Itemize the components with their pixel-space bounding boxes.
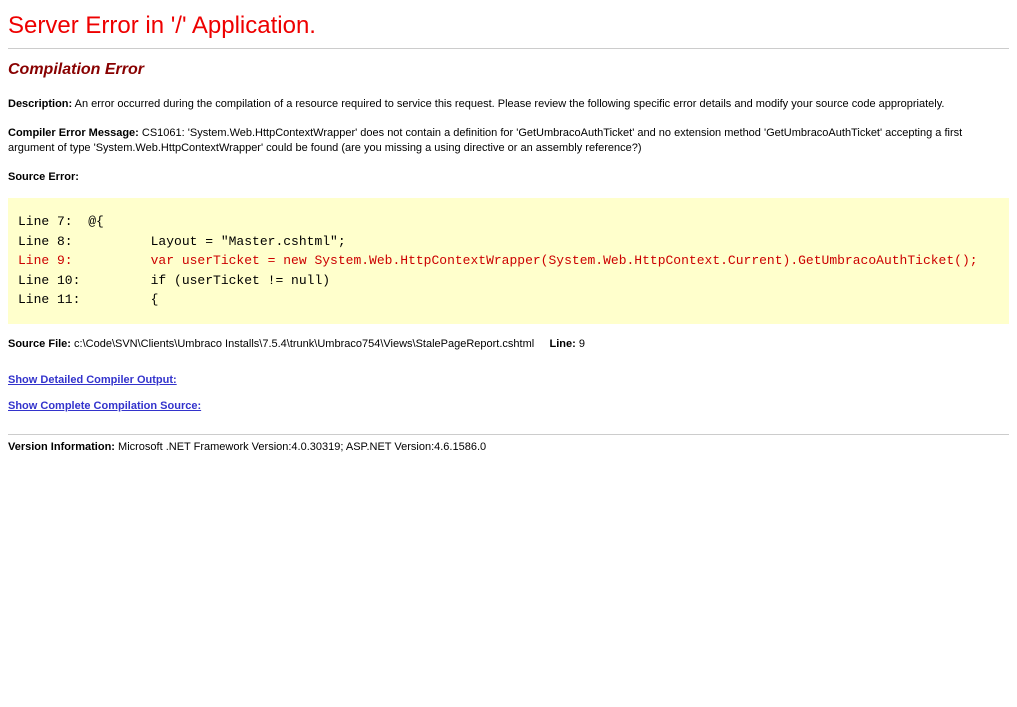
description-label: Description: xyxy=(8,98,72,110)
description-text: An error occurred during the compilation… xyxy=(75,98,945,110)
page-title: Server Error in '/' Application. xyxy=(8,12,1009,40)
error-heading: Compilation Error xyxy=(8,61,1009,79)
source-error-label: Source Error: xyxy=(8,171,79,183)
code-line: Line 11: { xyxy=(18,290,999,310)
compiler-message-paragraph: Compiler Error Message: CS1061: 'System.… xyxy=(8,126,1009,156)
source-file-line-label: Line: xyxy=(549,338,575,350)
show-detailed-output-link[interactable]: Show Detailed Compiler Output: xyxy=(8,374,177,386)
source-file-label: Source File: xyxy=(8,338,71,350)
divider-top xyxy=(8,48,1009,49)
show-detailed-output-row: Show Detailed Compiler Output: xyxy=(8,370,1009,388)
version-info-label: Version Information: xyxy=(8,441,115,453)
source-file-row: Source File: c:\Code\SVN\Clients\Umbraco… xyxy=(8,338,1009,350)
source-file-line-number: 9 xyxy=(579,338,585,350)
version-info-row: Version Information: Microsoft .NET Fram… xyxy=(8,441,1009,453)
show-complete-source-row: Show Complete Compilation Source: xyxy=(8,396,1009,414)
compiler-message-label: Compiler Error Message: xyxy=(8,127,139,139)
code-line: Line 8: Layout = "Master.cshtml"; xyxy=(18,232,999,252)
code-line: Line 10: if (userTicket != null) xyxy=(18,271,999,291)
source-error-code-block: Line 7: @{Line 8: Layout = "Master.cshtm… xyxy=(8,198,1009,324)
show-complete-source-link[interactable]: Show Complete Compilation Source: xyxy=(8,400,201,412)
code-line: Line 7: @{ xyxy=(18,212,999,232)
compiler-message-text: CS1061: 'System.Web.HttpContextWrapper' … xyxy=(8,127,962,154)
code-line: Line 9: var userTicket = new System.Web.… xyxy=(18,251,999,271)
version-info-text: Microsoft .NET Framework Version:4.0.303… xyxy=(118,441,486,453)
source-error-label-row: Source Error: xyxy=(8,170,1009,185)
source-file-path: c:\Code\SVN\Clients\Umbraco Installs\7.5… xyxy=(74,338,534,350)
description-paragraph: Description: An error occurred during th… xyxy=(8,97,1009,112)
divider-bottom xyxy=(8,434,1009,435)
